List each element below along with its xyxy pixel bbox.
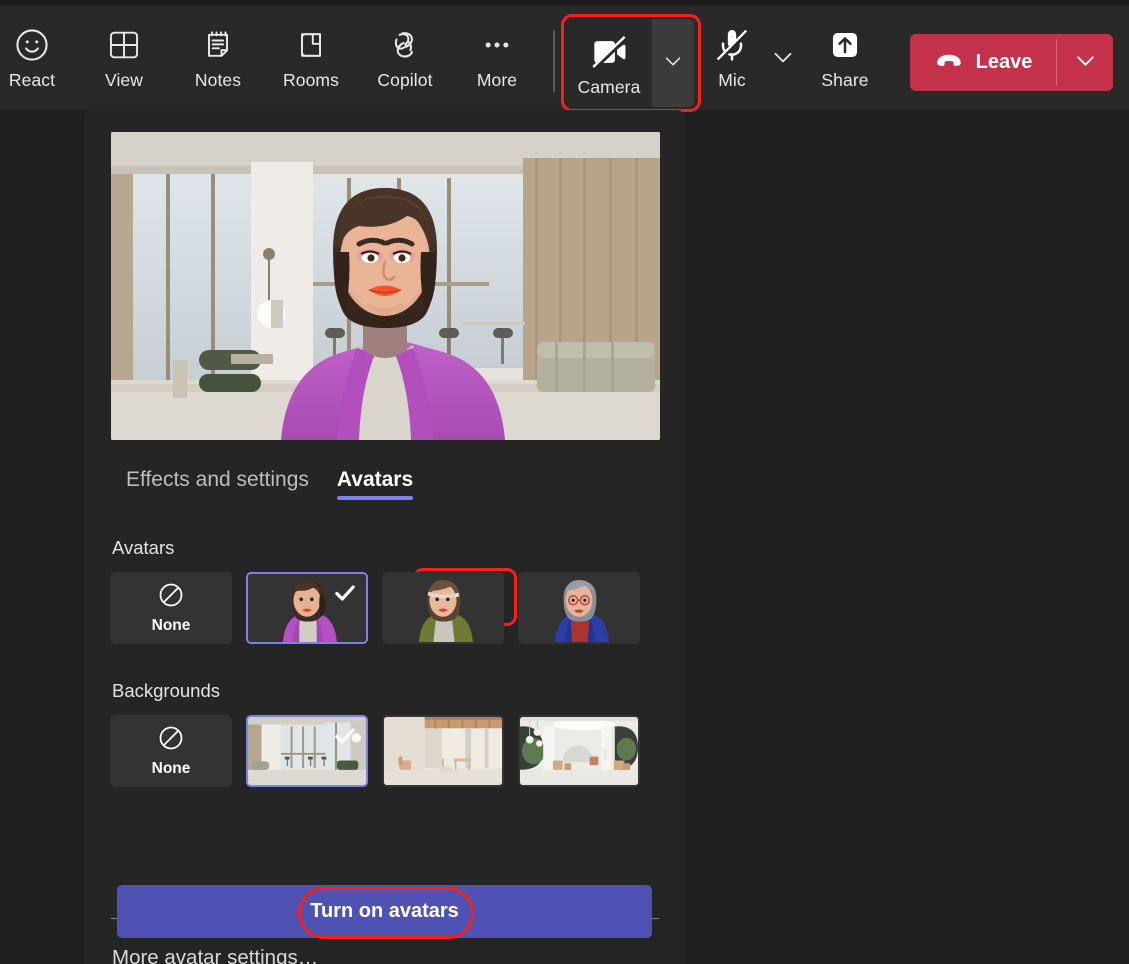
tab-active-underline [336,496,414,500]
leave-dropdown-chevron[interactable] [1057,34,1113,91]
toolbar-button-notes[interactable]: Notes [178,6,258,106]
toolbar-label-copilot: Copilot [377,69,433,90]
chevron-down-icon [770,52,796,74]
avatar-option-purple-cardigan[interactable] [246,572,368,644]
leave-meeting-button[interactable]: Leave [910,34,1113,91]
hangup-phone-icon [934,45,964,80]
background-option-none-label: None [151,760,191,777]
share-up-arrow-icon [826,22,864,68]
toolbar-label-react: React [8,69,56,90]
avatar-preview [111,132,660,440]
ellipsis-icon [478,22,516,68]
selected-check-icon [332,580,358,611]
tab-avatars-label: Avatars [336,468,414,491]
avatars-thumbnail-row: None [110,572,640,644]
more-avatar-settings-link[interactable]: More avatar settings… [112,946,318,964]
avatar-option-none[interactable]: None [110,572,232,644]
camera-split-button[interactable]: Camera [566,19,694,107]
background-option-modern-loft-windows[interactable] [246,715,368,787]
mic-dropdown-chevron[interactable] [770,44,796,75]
backgrounds-section-label: Backgrounds [112,680,220,701]
tab-avatars[interactable]: Avatars [323,462,427,506]
smiley-icon [13,22,51,68]
mic-off-icon [712,22,752,68]
selected-check-icon [332,723,358,754]
avatar-option-olive-top[interactable] [382,572,504,644]
turn-on-avatars-button[interactable]: Turn on avatars [117,885,652,938]
camera-toggle-button[interactable]: Camera [566,19,652,107]
teams-meeting-screen: React View Notes Rooms Copilot More Came… [0,0,1129,964]
avatar-preview-image [111,132,660,440]
background-option-wood-beam-room[interactable] [382,715,504,787]
toolbar-label-more: More [476,69,518,90]
toolbar-button-rooms[interactable]: Rooms [268,6,354,106]
avatar-thumb-image [384,574,502,642]
share-label: Share [821,69,869,90]
background-thumb-image [384,717,502,785]
mic-label: Mic [718,69,746,90]
no-entry-icon [157,724,185,757]
no-entry-icon [157,581,185,614]
chevron-down-icon [1073,48,1098,78]
avatar-thumb-image [520,574,638,642]
tab-effects-and-settings-label: Effects and settings [126,468,309,491]
copilot-icon [386,22,424,68]
leave-label: Leave [975,51,1033,73]
toolbar-divider [553,30,555,92]
toolbar-button-copilot[interactable]: Copilot [360,6,450,106]
camera-label: Camera [577,76,641,97]
background-option-white-atrium[interactable] [518,715,640,787]
toolbar-label-notes: Notes [194,69,242,90]
avatars-section-label: Avatars [112,537,175,558]
mic-toggle-button[interactable]: Mic [700,6,764,106]
panel-tabs: Effects and settings Avatars [112,462,427,506]
background-option-none[interactable]: None [110,715,232,787]
avatar-option-blue-blazer-glasses[interactable] [518,572,640,644]
camera-effects-panel: Effects and settings Avatars Avatars Non… [84,110,685,964]
camera-off-icon [588,29,630,75]
share-button[interactable]: Share [806,6,884,106]
toolbar-label-view: View [104,69,143,90]
toolbar-button-more[interactable]: More [458,6,536,106]
notes-icon [200,22,236,68]
backgrounds-thumbnail-row: None [110,715,640,787]
chevron-down-icon [662,50,684,77]
toolbar-button-react[interactable]: React [0,6,64,106]
rooms-icon [293,22,329,68]
toolbar-button-view[interactable]: View [88,6,160,106]
toolbar-label-rooms: Rooms [283,69,339,90]
turn-on-avatars-label: Turn on avatars [310,900,459,922]
background-thumb-image [520,717,638,785]
meeting-toolbar: React View Notes Rooms Copilot More Came… [0,6,1129,112]
grid-icon [106,22,142,68]
leave-main-action[interactable]: Leave [910,34,1056,91]
tab-effects-and-settings[interactable]: Effects and settings [112,462,323,506]
avatar-option-none-label: None [151,617,191,634]
camera-dropdown-chevron[interactable] [652,19,694,107]
